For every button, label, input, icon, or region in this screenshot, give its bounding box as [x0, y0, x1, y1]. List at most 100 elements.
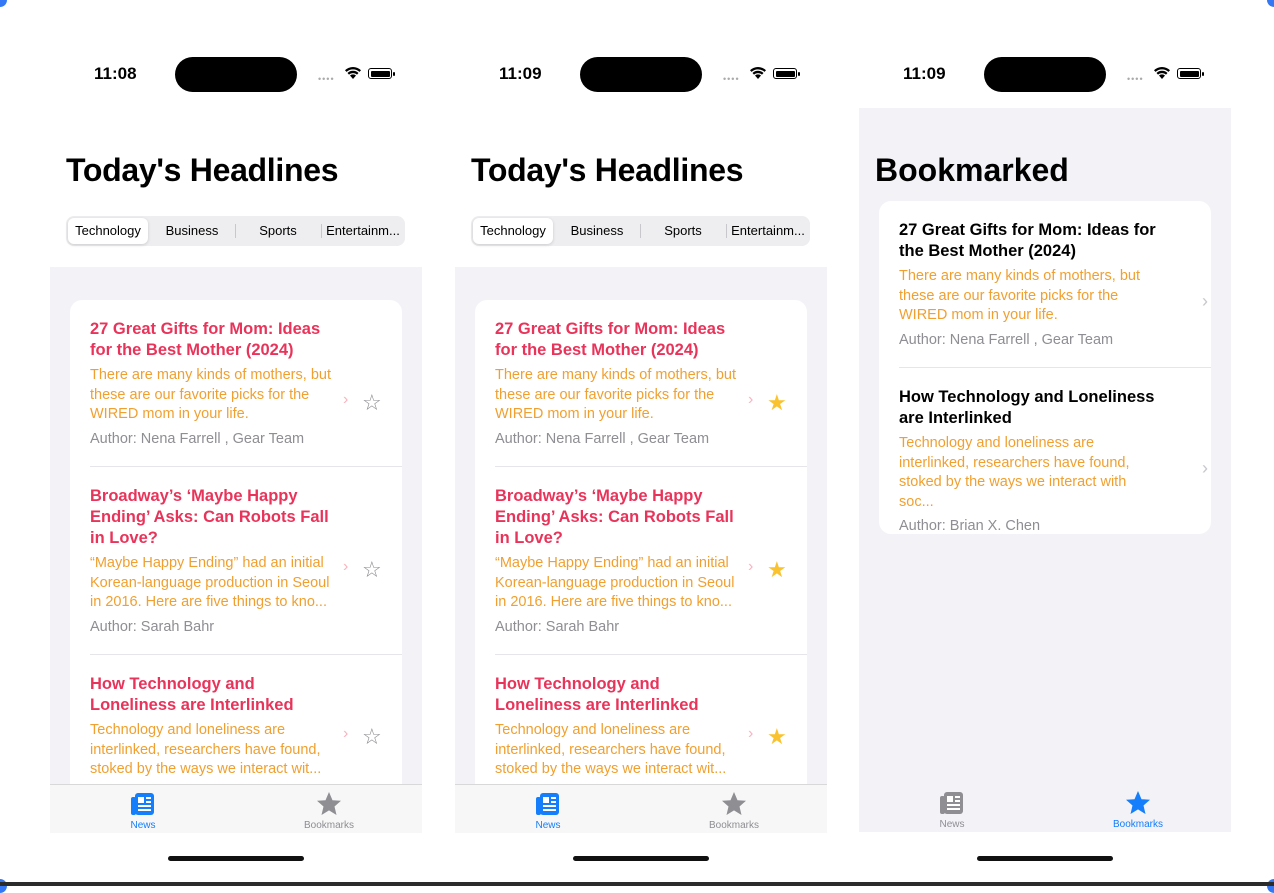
segment-business[interactable]: Business — [151, 218, 233, 244]
chevron-right-icon: › — [748, 558, 754, 575]
article-row[interactable]: How Technology and Loneliness are Interl… — [90, 674, 402, 780]
phone-screen-1: 11:08 •••• Today's Headlines Technology … — [50, 0, 422, 886]
newspaper-icon — [940, 792, 963, 814]
bookmark-star-filled-icon[interactable]: ★ — [767, 726, 787, 748]
tab-bar: News Bookmarks — [455, 784, 827, 833]
tab-bookmarks[interactable]: Bookmarks — [1045, 784, 1231, 832]
status-icons: •••• — [1127, 66, 1207, 84]
article-author: Author: Nena Farrell , Gear Team — [899, 331, 1114, 348]
article-summary: “Maybe Happy Ending” had an initial Kore… — [90, 555, 330, 610]
star-icon — [1126, 791, 1150, 814]
article-summary: “Maybe Happy Ending” had an initial Kore… — [495, 555, 735, 610]
segment-sports[interactable]: Sports — [237, 218, 319, 244]
bookmark-star-icon[interactable]: ☆ — [362, 559, 382, 581]
article-headline: 27 Great Gifts for Mom: Ideas for the Be… — [90, 320, 321, 359]
battery-tip — [1202, 72, 1204, 76]
article-author: Author: Nena Farrell , Gear Team — [90, 430, 305, 447]
article-author: Author: Sarah Bahr — [495, 618, 620, 635]
tab-bookmarks[interactable]: Bookmarks — [641, 785, 827, 833]
segment-sports[interactable]: Sports — [642, 218, 724, 244]
status-time: 11:08 — [94, 64, 137, 83]
star-icon — [722, 792, 746, 815]
newspaper-icon — [536, 793, 559, 815]
tab-bookmarks[interactable]: Bookmarks — [236, 785, 422, 833]
article-row[interactable]: How Technology and Loneliness are Interl… — [495, 674, 807, 780]
status-time: 11:09 — [903, 64, 946, 83]
wifi-icon — [750, 67, 766, 79]
row-divider — [495, 654, 807, 655]
status-icons: •••• — [318, 66, 398, 84]
row-divider — [90, 654, 402, 655]
tab-bookmarks-label: Bookmarks — [708, 820, 759, 831]
dynamic-island — [175, 57, 297, 92]
tab-news[interactable]: News — [455, 785, 641, 833]
page-title: Bookmarked — [875, 152, 1069, 188]
bookmark-star-icon[interactable]: ☆ — [362, 392, 382, 414]
bottom-edge — [0, 882, 1274, 886]
home-indicator — [573, 856, 709, 861]
bookmark-star-filled-icon[interactable]: ★ — [767, 559, 787, 581]
corner-handle-top-left — [0, 0, 7, 7]
newspaper-icon — [131, 793, 154, 815]
wifi-icon — [1154, 67, 1170, 79]
tab-news[interactable]: News — [859, 784, 1045, 832]
tab-news-label: News — [130, 820, 156, 831]
category-segmented-control[interactable]: Technology Business Sports Entertainm... — [66, 216, 405, 246]
chevron-right-icon: › — [1202, 291, 1208, 311]
article-list-card: 27 Great Gifts for Mom: Ideas for the Be… — [70, 300, 402, 832]
article-headline: 27 Great Gifts for Mom: Ideas for the Be… — [899, 221, 1156, 260]
bookmark-star-icon[interactable]: ☆ — [362, 726, 382, 748]
dynamic-island — [984, 57, 1106, 92]
battery-icon — [368, 68, 392, 79]
tab-news-label: News — [535, 820, 561, 831]
tab-bookmarks-label: Bookmarks — [303, 820, 354, 831]
cellular-signal-icon: •••• — [1127, 74, 1144, 84]
segment-divider — [321, 224, 322, 238]
row-divider — [495, 466, 807, 467]
bookmark-row[interactable]: 27 Great Gifts for Mom: Ideas for the Be… — [899, 220, 1211, 348]
bookmark-row[interactable]: How Technology and Loneliness are Interl… — [899, 387, 1211, 534]
segment-entertainment[interactable]: Entertainm... — [323, 218, 403, 244]
chevron-right-icon: › — [748, 391, 754, 408]
article-row[interactable]: Broadway’s ‘Maybe Happy Ending’ Asks: Ca… — [90, 486, 402, 635]
segment-technology[interactable]: Technology — [68, 218, 148, 244]
chevron-right-icon: › — [343, 391, 349, 408]
chevron-right-icon: › — [748, 725, 754, 742]
article-row[interactable]: Broadway’s ‘Maybe Happy Ending’ Asks: Ca… — [495, 486, 807, 635]
corner-handle-top-right — [1267, 0, 1274, 7]
article-headline: 27 Great Gifts for Mom: Ideas for the Be… — [495, 320, 726, 359]
wifi-icon — [345, 67, 361, 79]
segment-business[interactable]: Business — [556, 218, 638, 244]
bookmarks-list-card: 27 Great Gifts for Mom: Ideas for the Be… — [879, 201, 1211, 534]
bookmark-star-filled-icon[interactable]: ★ — [767, 392, 787, 414]
article-author: Author: Nena Farrell , Gear Team — [495, 430, 710, 447]
article-row[interactable]: 27 Great Gifts for Mom: Ideas for the Be… — [495, 319, 807, 447]
article-list-background: 27 Great Gifts for Mom: Ideas for the Be… — [50, 267, 422, 832]
phone-screen-2: 11:09 •••• Today's Headlines Technology … — [455, 0, 827, 886]
battery-tip — [798, 72, 800, 76]
category-segmented-control[interactable]: Technology Business Sports Entertainm... — [471, 216, 810, 246]
tab-news[interactable]: News — [50, 785, 236, 833]
article-author: Author: Sarah Bahr — [90, 618, 215, 635]
segment-entertainment[interactable]: Entertainm... — [728, 218, 808, 244]
article-list-card: 27 Great Gifts for Mom: Ideas for the Be… — [475, 300, 807, 832]
article-row[interactable]: 27 Great Gifts for Mom: Ideas for the Be… — [90, 319, 402, 447]
article-summary: There are many kinds of mothers, but the… — [899, 268, 1140, 323]
status-time: 11:09 — [499, 64, 542, 83]
chevron-right-icon: › — [1202, 458, 1208, 478]
battery-icon — [1177, 68, 1201, 79]
article-summary: There are many kinds of mothers, but the… — [90, 367, 331, 422]
cellular-signal-icon: •••• — [723, 74, 740, 84]
article-headline: Broadway’s ‘Maybe Happy Ending’ Asks: Ca… — [495, 487, 734, 547]
article-headline: Broadway’s ‘Maybe Happy Ending’ Asks: Ca… — [90, 487, 329, 547]
status-icons: •••• — [723, 66, 803, 84]
article-headline: How Technology and Loneliness are Interl… — [899, 388, 1155, 427]
chevron-right-icon: › — [343, 558, 349, 575]
segment-technology[interactable]: Technology — [473, 218, 553, 244]
article-summary: Technology and loneliness are interlinke… — [495, 722, 727, 777]
tab-bar: News Bookmarks — [50, 784, 422, 833]
article-summary: There are many kinds of mothers, but the… — [495, 367, 736, 422]
article-author: Author: Brian X. Chen — [899, 518, 1041, 534]
segment-divider — [235, 224, 236, 238]
chevron-right-icon: › — [343, 725, 349, 742]
